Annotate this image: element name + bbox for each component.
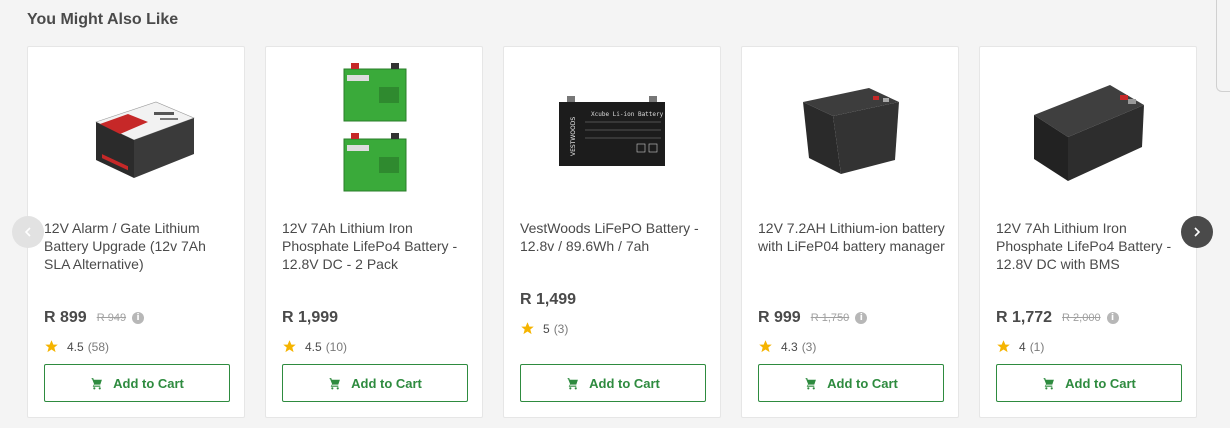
add-to-cart-button[interactable]: Add to Cart [520,364,706,402]
product-title[interactable]: 12V 7.2AH Lithium-ion battery with LiFeP… [758,219,948,255]
add-to-cart-button[interactable]: Add to Cart [996,364,1182,402]
star-icon [521,322,534,335]
info-icon[interactable]: i [1106,312,1119,324]
product-card[interactable]: 12V 7.2AH Lithium-ion battery with LiFeP… [741,46,959,418]
review-count[interactable]: (3) [554,322,569,336]
add-to-cart-button[interactable]: Add to Cart [44,364,230,402]
product-card[interactable]: Xcube Li-ion Battery VESTWOODS VestWoods… [503,46,721,418]
product-image[interactable] [266,47,482,217]
side-panel-edge [1216,0,1230,92]
info-icon[interactable]: i [132,312,145,324]
price-row: R 1,499 [520,291,576,309]
product-image[interactable]: Xcube Li-ion Battery VESTWOODS [504,47,720,217]
cart-icon [1043,377,1055,389]
price-row: R 999 R 1,750 i [758,309,868,327]
star-icon [283,340,296,353]
battery-label-text: Xcube Li-ion Battery [591,111,664,118]
review-count[interactable]: (10) [326,340,347,354]
rating-row: 4 (1) [996,339,1044,354]
cart-icon [805,377,817,389]
product-price: R 1,499 [520,291,577,308]
add-to-cart-button[interactable]: Add to Cart [758,364,944,402]
rating-row: 4.5 (10) [282,339,347,354]
product-title[interactable]: VestWoods LiFePO Battery - 12.8v / 89.6W… [520,219,710,255]
product-title[interactable]: 12V 7Ah Lithium Iron Phosphate LifePo4 B… [996,219,1186,273]
cart-icon [567,377,579,389]
rating-value: 4.3 [781,339,798,354]
chevron-right-icon [1194,227,1201,237]
product-card[interactable]: 12V 7Ah Lithium Iron Phosphate LifePo4 B… [979,46,1197,418]
old-price: R 949 [96,312,127,324]
section-title: You Might Also Like [27,11,179,28]
product-card[interactable]: 12V 7Ah Lithium Iron Phosphate LifePo4 B… [265,46,483,418]
battery-brand-text: VESTWOODS [570,117,577,156]
add-to-cart-label: Add to Cart [827,375,898,391]
rating-row: 4.3 (3) [758,339,816,354]
product-price: R 1,772 [996,309,1053,326]
old-price: R 2,000 [1062,312,1101,324]
rating-row: 4.5 (58) [44,339,109,354]
chevron-left-icon [24,227,31,237]
product-price: R 1,999 [282,309,339,326]
old-price: R 1,750 [810,312,850,324]
carousel-prev-button[interactable] [12,216,44,248]
product-price: R 999 [758,309,801,326]
price-row: R 899 R 949 i [44,309,145,327]
price-row: R 1,999 [282,309,338,327]
star-icon [45,340,58,353]
rating-value: 4.5 [67,339,84,354]
add-to-cart-label: Add to Cart [113,375,184,391]
review-count[interactable]: (3) [802,340,817,354]
review-count[interactable]: (1) [1030,340,1045,354]
rating-row: 5 (3) [520,321,568,336]
product-image[interactable] [742,47,958,217]
product-card[interactable]: 12V Alarm / Gate Lithium Battery Upgrade… [27,46,245,418]
product-image[interactable] [980,47,1196,217]
review-count[interactable]: (58) [88,340,109,354]
product-title[interactable]: 12V 7Ah Lithium Iron Phosphate LifePo4 B… [282,219,472,273]
cart-icon [91,377,103,389]
info-icon[interactable]: i [855,312,868,324]
star-icon [759,340,772,353]
rating-value: 4.5 [305,339,322,354]
rating-value: 5 [543,321,550,336]
add-to-cart-label: Add to Cart [1065,375,1136,391]
product-price: R 899 [44,309,87,326]
rating-value: 4 [1019,339,1026,354]
price-row: R 1,772 R 2,000 i [996,309,1119,327]
add-to-cart-button[interactable]: Add to Cart [282,364,468,402]
star-icon [997,340,1010,353]
product-title[interactable]: 12V Alarm / Gate Lithium Battery Upgrade… [44,219,234,273]
add-to-cart-label: Add to Cart [589,375,660,391]
carousel-next-button[interactable] [1181,216,1213,248]
cart-icon [329,377,341,389]
add-to-cart-label: Add to Cart [351,375,422,391]
product-carousel: 12V Alarm / Gate Lithium Battery Upgrade… [27,46,1197,418]
product-image[interactable] [28,47,244,217]
